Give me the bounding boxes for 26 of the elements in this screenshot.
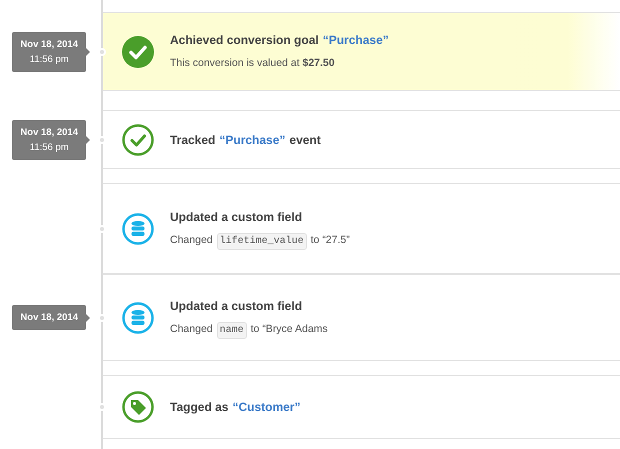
event-title: Updated a custom field	[170, 208, 302, 226]
date-text: Nov 18, 2014	[20, 38, 78, 52]
date-text: Nov 18, 2014	[20, 311, 78, 325]
event-title: event	[289, 132, 321, 148]
event-detail: to “27.5”	[310, 233, 350, 248]
time-text: 11:56 pm	[30, 52, 69, 66]
database-icon	[122, 302, 154, 334]
event-detail: This conversion is valued at $27.50	[170, 56, 336, 72]
field-name: lifetime_value	[216, 232, 307, 250]
time-text: 11:56 pm	[30, 140, 69, 154]
event-detail: Changed	[170, 233, 213, 248]
database-icon	[122, 212, 154, 244]
event-title: Achieved conversion goal	[170, 32, 319, 50]
check-icon	[122, 124, 154, 156]
quoted-name: “Purchase”	[322, 32, 389, 50]
event-title: Updated a custom field	[170, 298, 302, 314]
event-title: Tracked	[170, 132, 216, 148]
quoted-name: “Purchase”	[219, 132, 286, 148]
event-detail: Changed	[170, 322, 213, 338]
quoted-name: “Customer”	[232, 399, 300, 416]
date-text: Nov 18, 2014	[20, 126, 78, 140]
event-detail: to “Bryce Adams	[250, 322, 328, 338]
tag-icon	[122, 391, 154, 423]
check-icon	[122, 36, 154, 68]
event-title: Tagged as	[170, 399, 228, 416]
field-name: name	[216, 322, 247, 338]
